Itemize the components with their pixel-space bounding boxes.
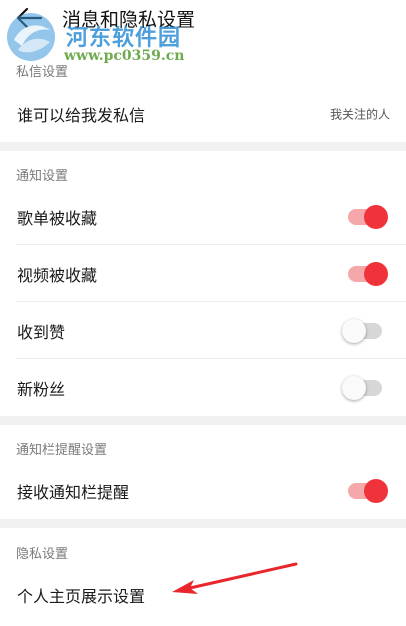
toggle-knob: [342, 318, 366, 343]
new-follower-toggle[interactable]: [342, 375, 382, 400]
section-gap: [0, 519, 406, 528]
row-playlist-favorited: 歌单被收藏: [0, 188, 406, 245]
row-liked: 收到赞: [0, 302, 406, 359]
toggle-knob: [364, 261, 388, 286]
video-favorited-toggle[interactable]: [348, 261, 388, 286]
section-label-privacy: 隐私设置: [16, 547, 69, 562]
row-label: 接收通知栏提醒: [17, 482, 130, 502]
row-label: 歌单被收藏: [17, 208, 98, 228]
toggle-knob: [364, 478, 388, 503]
row-receive-reminder: 接收通知栏提醒: [0, 462, 406, 519]
toggle-knob: [342, 375, 366, 400]
watermark-url: www.pc0359.cn: [64, 48, 185, 64]
annotation-arrow-icon: [172, 562, 298, 594]
row-video-favorited: 视频被收藏: [0, 245, 406, 302]
row-label: 新粉丝: [17, 379, 66, 399]
row-new-follower: 新粉丝: [0, 359, 406, 416]
liked-toggle[interactable]: [342, 318, 382, 343]
section-label-notification-bar: 通知栏提醒设置: [16, 443, 108, 458]
row-label: 个人主页展示设置: [17, 586, 146, 606]
section-label-notification: 通知设置: [16, 169, 69, 184]
playlist-favorited-toggle[interactable]: [348, 204, 388, 229]
row-who-can-message[interactable]: 谁可以给我发私信 我关注的人: [0, 85, 406, 142]
section-gap: [0, 142, 406, 151]
watermark-logo-icon: [7, 13, 55, 61]
section-gap: [0, 416, 406, 425]
row-label: 视频被收藏: [17, 265, 98, 285]
row-label: 收到赞: [17, 322, 66, 342]
row-label: 谁可以给我发私信: [17, 105, 146, 125]
toggle-knob: [364, 204, 388, 229]
section-label-private-message: 私信设置: [16, 65, 69, 80]
row-value: 我关注的人: [329, 107, 390, 121]
receive-reminder-toggle[interactable]: [348, 478, 388, 503]
